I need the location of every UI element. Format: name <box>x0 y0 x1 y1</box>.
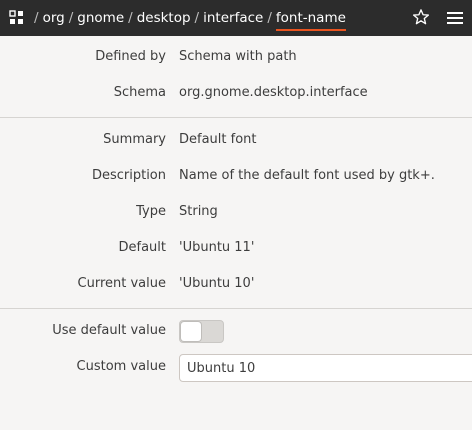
breadcrumb-separator: / <box>267 10 272 26</box>
row-type: Type String <box>0 201 472 221</box>
section-divider <box>0 308 472 309</box>
custom-value-text: Ubuntu 10 <box>187 360 256 376</box>
schema-value: org.gnome.desktop.interface <box>179 84 368 100</box>
breadcrumb-org[interactable]: org <box>43 10 65 26</box>
breadcrumb-desktop[interactable]: desktop <box>137 10 191 26</box>
schema-label: Schema <box>113 84 166 100</box>
summary-label: Summary <box>103 131 166 147</box>
current-value-value: 'Ubuntu 10' <box>179 275 255 291</box>
summary-value: Default font <box>179 131 257 147</box>
custom-value-input[interactable]: Ubuntu 10 <box>179 354 472 382</box>
menu-icon[interactable] <box>446 9 464 27</box>
row-summary: Summary Default font <box>0 129 472 149</box>
defined-by-label: Defined by <box>95 48 166 64</box>
type-label: Type <box>136 203 166 219</box>
description-label: Description <box>91 167 166 183</box>
custom-value-label: Custom value <box>76 358 166 374</box>
row-use-default: Use default value <box>0 320 472 340</box>
default-value: 'Ubuntu 11' <box>179 239 255 255</box>
header-bar: / org / gnome / desktop / interface / fo… <box>0 0 472 36</box>
star-icon[interactable] <box>412 8 430 26</box>
default-label: Default <box>118 239 167 255</box>
use-default-switch[interactable] <box>179 320 224 343</box>
row-default: Default 'Ubuntu 11' <box>0 237 472 257</box>
defined-by-value: Schema with path <box>179 48 297 64</box>
tree-icon <box>9 10 23 24</box>
row-schema: Schema org.gnome.desktop.interface <box>0 82 472 102</box>
breadcrumb-separator: / <box>34 10 39 26</box>
row-defined-by: Defined by Schema with path <box>0 46 472 66</box>
type-value: String <box>179 203 218 219</box>
breadcrumb: / org / gnome / desktop / interface / fo… <box>30 0 346 36</box>
breadcrumb-interface[interactable]: interface <box>203 10 263 26</box>
switch-knob <box>181 322 201 341</box>
breadcrumb-current-key[interactable]: font-name <box>275 10 346 31</box>
current-value-label: Current value <box>77 275 166 291</box>
use-default-label: Use default value <box>52 322 166 338</box>
breadcrumb-gnome[interactable]: gnome <box>77 10 124 26</box>
row-description: Description Name of the default font use… <box>0 165 472 185</box>
description-value: Name of the default font used by gtk+. <box>179 167 435 183</box>
breadcrumb-separator: / <box>128 10 133 26</box>
row-current-value: Current value 'Ubuntu 10' <box>0 273 472 293</box>
section-divider <box>0 117 472 118</box>
breadcrumb-separator: / <box>194 10 200 26</box>
breadcrumb-separator: / <box>68 10 74 26</box>
